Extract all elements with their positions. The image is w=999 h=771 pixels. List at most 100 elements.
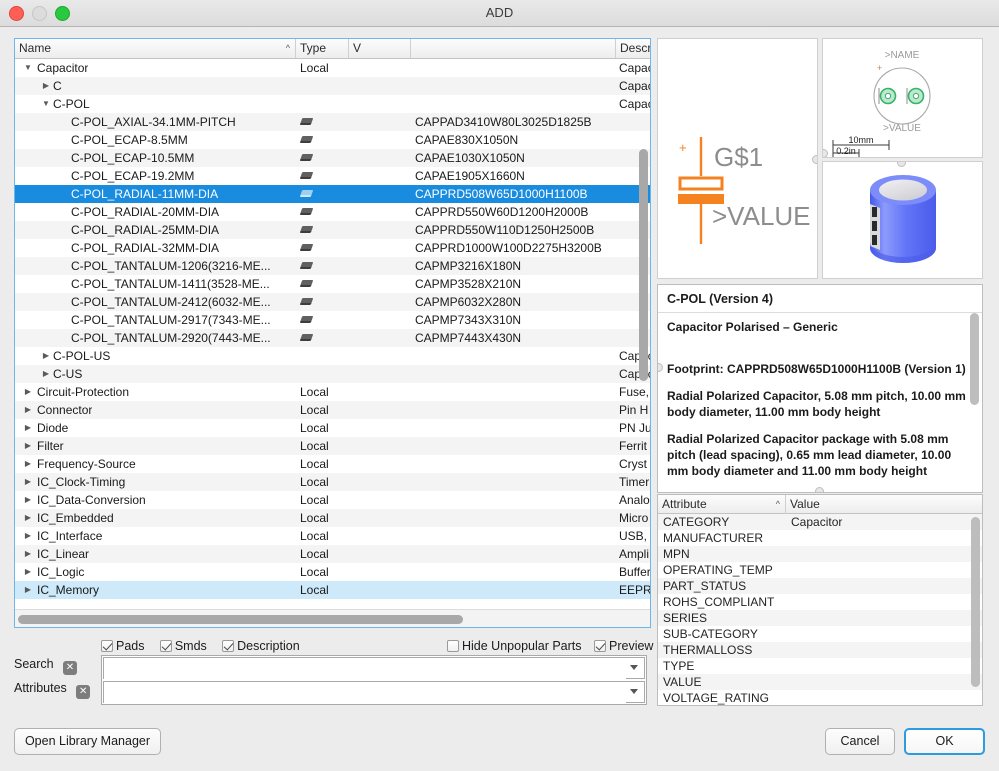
checkbox-box[interactable] bbox=[594, 640, 606, 652]
description-vertical-scrollbar[interactable] bbox=[970, 313, 979, 489]
attributes-filter-input-field[interactable] bbox=[104, 682, 626, 704]
tree-horizontal-scroll-thumb[interactable] bbox=[18, 615, 463, 624]
tree-vertical-scroll-thumb[interactable] bbox=[639, 149, 648, 381]
chevron-down-icon[interactable] bbox=[630, 665, 638, 670]
table-row[interactable]: ▼CapacitorLocalCapac bbox=[15, 59, 650, 77]
attributes-filter-input[interactable] bbox=[103, 681, 645, 704]
chevron-right-icon[interactable]: ▶ bbox=[23, 401, 33, 419]
attributes-vertical-scrollbar[interactable] bbox=[971, 517, 980, 703]
chevron-down-icon[interactable]: ▼ bbox=[23, 59, 33, 77]
attribute-row[interactable]: OPERATING_TEMP bbox=[658, 562, 982, 578]
column-header-description[interactable]: Descript bbox=[616, 39, 650, 58]
attributes-table[interactable]: Attribute ^ Value CATEGORY Capacitor MANUF… bbox=[657, 494, 983, 706]
chevron-right-icon[interactable]: ▶ bbox=[41, 347, 51, 365]
render-preview-panel[interactable] bbox=[822, 161, 983, 279]
table-row[interactable]: ▶ IC_Clock-Timing Local Timer bbox=[15, 473, 650, 491]
chevron-right-icon[interactable]: ▶ bbox=[23, 509, 33, 527]
chevron-right-icon[interactable]: ▶ bbox=[23, 455, 33, 473]
table-row[interactable]: C-POL_TANTALUM-2412(6032-ME... CAPMP6032X… bbox=[15, 293, 650, 311]
chevron-right-icon[interactable]: ▶ bbox=[23, 527, 33, 545]
table-row[interactable]: C-POL_ECAP-8.5MM CAPAE830X1050N bbox=[15, 131, 650, 149]
hide-unpopular-parts-checkbox[interactable]: Hide Unpopular Parts bbox=[447, 639, 594, 653]
description-checkbox[interactable]: Description bbox=[222, 639, 312, 653]
table-row[interactable]: C-POL_RADIAL-20MM-DIA CAPPRD550W60D1200H2… bbox=[15, 203, 650, 221]
table-row[interactable]: C-POL_RADIAL-25MM-DIA CAPPRD550W110D1250H… bbox=[15, 221, 650, 239]
chevron-right-icon[interactable]: ▶ bbox=[23, 419, 33, 437]
checkbox-box[interactable] bbox=[447, 640, 459, 652]
chevron-right-icon[interactable]: ▶ bbox=[23, 581, 33, 599]
search-input-field[interactable] bbox=[104, 658, 626, 680]
column-header-attribute[interactable]: Attribute ^ bbox=[658, 495, 786, 514]
table-row[interactable]: ▶ Filter Local Ferrit bbox=[15, 437, 650, 455]
attribute-row[interactable]: VOLTAGE_RATING bbox=[658, 690, 982, 705]
preview-checkbox[interactable]: Preview bbox=[594, 639, 665, 653]
table-row[interactable]: ▶C-POL-USCapac bbox=[15, 347, 650, 365]
table-row[interactable]: C-POL_TANTALUM-2920(7443-ME... CAPMP7443X… bbox=[15, 329, 650, 347]
checkbox-box[interactable] bbox=[101, 640, 113, 652]
table-row[interactable]: ▼C-POLCapac bbox=[15, 95, 650, 113]
attribute-row[interactable]: MPN bbox=[658, 546, 982, 562]
table-row[interactable]: ▶ IC_Linear Local Ampli bbox=[15, 545, 650, 563]
chevron-right-icon[interactable]: ▶ bbox=[23, 383, 33, 401]
library-tree[interactable]: Name ^ Type V Descript ▼CapacitorLocalCa… bbox=[14, 38, 651, 628]
attribute-row[interactable]: SUB-CATEGORY bbox=[658, 626, 982, 642]
chevron-right-icon[interactable]: ▶ bbox=[23, 491, 33, 509]
attribute-row[interactable]: THERMALLOSS bbox=[658, 642, 982, 658]
attribute-row[interactable]: SERIES bbox=[658, 610, 982, 626]
attribute-row[interactable]: PART_STATUS bbox=[658, 578, 982, 594]
chevron-down-icon[interactable]: ▼ bbox=[41, 95, 51, 113]
symbol-preview-panel[interactable]: + G$1 >VALUE bbox=[657, 38, 818, 279]
column-header-v[interactable]: V bbox=[349, 39, 411, 58]
library-tree-body[interactable]: ▼CapacitorLocalCapac▶CCapac▼C-POLCapacC-… bbox=[15, 59, 650, 610]
chevron-right-icon[interactable]: ▶ bbox=[41, 77, 51, 95]
column-header-type[interactable]: Type bbox=[296, 39, 349, 58]
table-row[interactable]: C-POL_TANTALUM-1206(3216-ME... CAPMP3216X… bbox=[15, 257, 650, 275]
table-row[interactable]: ▶ IC_Data-Conversion Local Analo bbox=[15, 491, 650, 509]
table-row[interactable]: ▶ Diode Local PN Ju bbox=[15, 419, 650, 437]
description-scroll-thumb[interactable] bbox=[970, 313, 979, 405]
table-row[interactable]: ▶C-USCapac bbox=[15, 365, 650, 383]
table-row[interactable]: ▶ Frequency-Source Local Cryst bbox=[15, 455, 650, 473]
search-input[interactable] bbox=[103, 657, 645, 680]
chevron-down-icon[interactable] bbox=[630, 689, 638, 694]
tree-vertical-scrollbar[interactable] bbox=[639, 61, 648, 606]
attribute-row[interactable]: ROHS_COMPLIANT bbox=[658, 594, 982, 610]
search-clear-button[interactable]: ✕ bbox=[62, 661, 77, 675]
table-row[interactable]: C-POL_ECAP-19.2MM CAPAE1905X1660N bbox=[15, 167, 650, 185]
attributes-scroll-thumb[interactable] bbox=[971, 517, 980, 687]
column-header-name[interactable]: Name ^ bbox=[15, 39, 296, 58]
open-library-manager-button[interactable]: Open Library Manager bbox=[14, 728, 161, 755]
chevron-right-icon[interactable]: ▶ bbox=[23, 545, 33, 563]
attribute-row[interactable]: CATEGORY Capacitor bbox=[658, 514, 982, 530]
table-row[interactable]: ▶ IC_Embedded Local Micro bbox=[15, 509, 650, 527]
column-header-package[interactable] bbox=[411, 39, 616, 58]
table-row[interactable]: C-POL_TANTALUM-1411(3528-ME... CAPMP3528X… bbox=[15, 275, 650, 293]
chevron-right-icon[interactable]: ▶ bbox=[23, 563, 33, 581]
table-row[interactable]: C-POL_TANTALUM-2917(7343-ME... CAPMP7343X… bbox=[15, 311, 650, 329]
table-row[interactable]: ▶IC_MemoryLocalEEPRO bbox=[15, 581, 650, 599]
ok-button[interactable]: OK bbox=[904, 728, 985, 755]
chevron-right-icon[interactable]: ▶ bbox=[41, 365, 51, 383]
table-row[interactable]: ▶ IC_Interface Local USB, bbox=[15, 527, 650, 545]
attributes-filter-clear-button[interactable]: ✕ bbox=[76, 685, 91, 699]
pads-checkbox[interactable]: Pads bbox=[101, 639, 160, 653]
footprint-preview-panel[interactable]: >NAME + >VALUE 10mm 0.2in bbox=[822, 38, 983, 158]
table-row[interactable]: ▶ Circuit-Protection Local Fuse, bbox=[15, 383, 650, 401]
chevron-right-icon[interactable]: ▶ bbox=[23, 437, 33, 455]
attributes-table-body[interactable]: CATEGORY Capacitor MANUFACTURER MPN OPERATIN… bbox=[658, 514, 982, 705]
tree-horizontal-scrollbar[interactable] bbox=[15, 609, 650, 627]
table-row[interactable]: ▶ Connector Local Pin H bbox=[15, 401, 650, 419]
checkbox-box[interactable] bbox=[222, 640, 235, 652]
table-row[interactable]: C-POL_AXIAL-34.1MM-PITCH CAPPAD3410W80L30… bbox=[15, 113, 650, 131]
checkbox-box[interactable] bbox=[159, 640, 172, 652]
table-row[interactable]: C-POL_RADIAL-32MM-DIA CAPPRD1000W100D2275… bbox=[15, 239, 650, 257]
table-row[interactable]: ▶ IC_Logic Local Buffer bbox=[15, 563, 650, 581]
smds-checkbox[interactable]: Smds bbox=[159, 639, 222, 653]
table-row[interactable]: ▶CCapac bbox=[15, 77, 650, 95]
column-header-value[interactable]: Value bbox=[786, 495, 982, 514]
attribute-row[interactable]: MANUFACTURER bbox=[658, 530, 982, 546]
description-panel-bottom-grip[interactable] bbox=[815, 487, 824, 492]
attribute-row[interactable]: TYPE bbox=[658, 658, 982, 674]
table-row[interactable]: C-POL_ECAP-10.5MM CAPAE1030X1050N bbox=[15, 149, 650, 167]
table-row[interactable]: C-POL_RADIAL-11MM-DIA CAPPRD508W65D1000H1… bbox=[15, 185, 650, 203]
